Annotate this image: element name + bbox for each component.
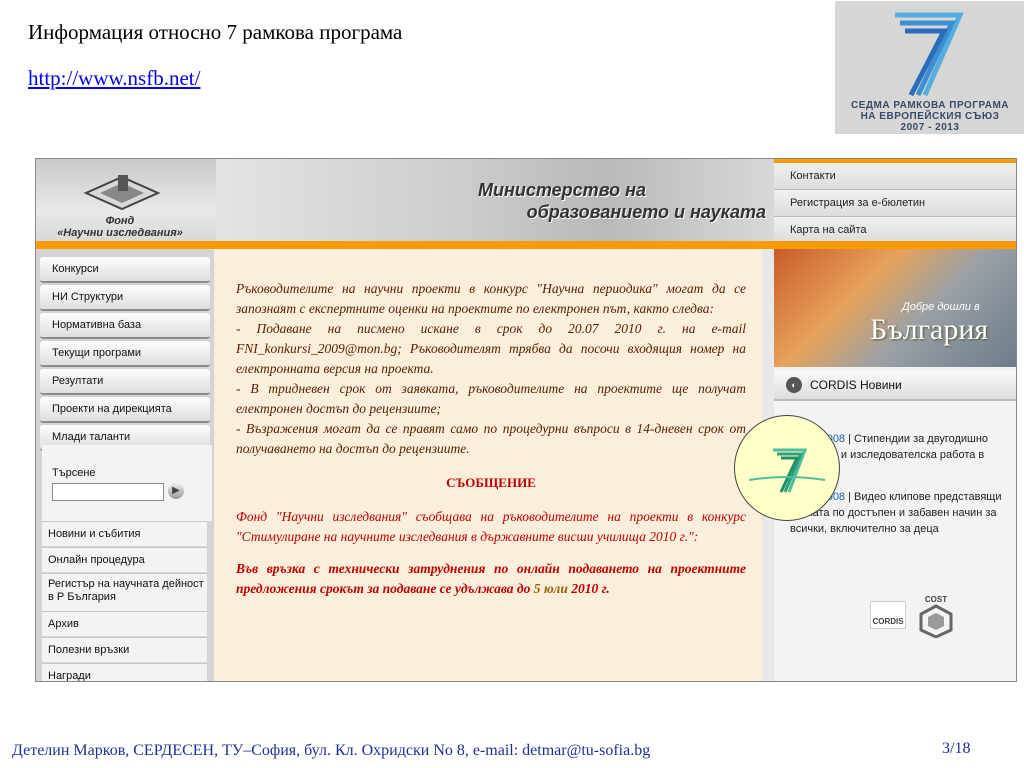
fund-name-line1: Фонд bbox=[105, 215, 135, 227]
fp7-highlight-circle bbox=[734, 415, 840, 521]
header-accent-bar bbox=[36, 241, 774, 249]
sub-link-science-register[interactable]: Регистър на научната дейност в Р Българи… bbox=[42, 573, 207, 612]
sub-link-awards[interactable]: Награди bbox=[42, 663, 207, 681]
slide-footer: Детелин Марков, СЕРДЕСЕН, ТУ–София, бул.… bbox=[12, 742, 651, 759]
ministry-line2: образованието и науката bbox=[526, 202, 766, 222]
fund-name-line2: «Научни изследвания» bbox=[57, 227, 183, 239]
notice-year: 2010 г. bbox=[571, 581, 610, 596]
ministry-line1: Министерство на bbox=[478, 180, 646, 200]
fp7-line3: 2007 - 2013 bbox=[900, 122, 960, 133]
page-number: 3/18 bbox=[942, 740, 971, 757]
cordis-partner-logo[interactable]: CORDIS bbox=[870, 601, 906, 629]
announcement-text: Ръководителите на научни проекти в конку… bbox=[236, 279, 746, 599]
fp7-logo: СЕДМА РАМКОВА ПРОГРАМА НА ЕВРОПЕЙСКИЯ СЪ… bbox=[835, 1, 1024, 134]
fund-name: Фонд «Научни изследвания» bbox=[50, 215, 190, 239]
sub-link-archive[interactable]: Архив bbox=[42, 611, 207, 636]
paragraph-step2: - В тридневен срок от заявката, ръководи… bbox=[236, 381, 746, 416]
paragraph-step1: - Подаване на писмено искане в срок до 2… bbox=[236, 321, 746, 376]
nav-item-contests[interactable]: Конкурси bbox=[40, 257, 210, 283]
nav-item-directorate-projects[interactable]: Проекти на дирекцията bbox=[40, 397, 210, 423]
search-input[interactable] bbox=[52, 483, 164, 501]
left-nav: Конкурси НИ Структури Нормативна база Те… bbox=[36, 249, 214, 681]
sub-link-online-procedure[interactable]: Онлайн процедура bbox=[42, 547, 207, 572]
welcome-bulgaria-banner[interactable]: Добре дошли в България bbox=[774, 249, 1016, 367]
cost-label: COST bbox=[924, 595, 948, 604]
fp7-line2: НА ЕВРОПЕЙСКИЯ СЪЮЗ bbox=[860, 111, 1000, 122]
top-link-newsletter[interactable]: Регистрация за е-бюлетин bbox=[774, 190, 1016, 217]
cost-partner-logo[interactable]: COST bbox=[916, 595, 956, 641]
notice-date: 5 юли bbox=[533, 581, 568, 596]
ministry-title: Министерство на образованието и науката bbox=[396, 179, 766, 223]
nav-item-structures[interactable]: НИ Структури bbox=[40, 285, 210, 311]
website-screenshot: volts Фонд «Научни изследвания» Министер… bbox=[35, 158, 1017, 682]
sub-link-news[interactable]: Новини и събития bbox=[42, 521, 207, 546]
paragraph-step3: - Възражения могат да се правят само по … bbox=[236, 421, 746, 456]
notice-text: Във връзка с технически затруднения по о… bbox=[236, 561, 746, 596]
cordis-title: CORDIS Новини bbox=[810, 378, 902, 392]
search-panel: Търсене ▶ bbox=[42, 445, 212, 521]
sub-link-useful-links[interactable]: Полезни връзки bbox=[42, 637, 207, 662]
fp7-seven-icon bbox=[895, 12, 964, 97]
cordis-news-header: ◐ CORDIS Новини bbox=[774, 371, 1016, 401]
search-label: Търсене bbox=[52, 467, 96, 479]
search-go-icon[interactable]: ▶ bbox=[168, 483, 184, 499]
slide-title: Информация относно 7 рамкова програма bbox=[28, 20, 403, 44]
site-header: volts Фонд «Научни изследвания» Министер… bbox=[36, 159, 900, 245]
top-link-sitemap[interactable]: Карта на сайта bbox=[774, 217, 1016, 244]
top-links-accent-bar bbox=[774, 241, 1016, 249]
top-link-contacts[interactable]: Контакти bbox=[774, 163, 1016, 190]
top-links: Контакти Регистрация за е-бюлетин Карта … bbox=[774, 159, 1016, 249]
nav-item-regulations[interactable]: Нормативна база bbox=[40, 313, 210, 339]
nav-item-current-programs[interactable]: Текущи програми bbox=[40, 341, 210, 367]
message-body: Фонд "Научни изследвания" съобщава на ръ… bbox=[236, 509, 746, 544]
banner-welcome: Добре дошли в bbox=[902, 301, 980, 313]
cost-hexagon-icon bbox=[919, 604, 953, 639]
fp7-small-icon bbox=[748, 448, 826, 493]
site-link[interactable]: http://www.nsfb.net/ bbox=[28, 66, 200, 91]
message-heading: СЪОБЩЕНИЕ bbox=[446, 475, 536, 490]
deadline-notice: Във връзка с технически затруднения по о… bbox=[236, 559, 746, 599]
banner-country: България bbox=[870, 313, 989, 346]
fp7-line1: СЕДМА РАМКОВА ПРОГРАМА bbox=[850, 100, 1010, 111]
cordis-icon: ◐ bbox=[786, 377, 802, 393]
main-content: Ръководителите на научни проекти в конку… bbox=[214, 249, 762, 681]
paragraph-intro: Ръководителите на научни проекти в конку… bbox=[236, 281, 746, 316]
fund-logo-icon[interactable] bbox=[82, 173, 162, 213]
nav-item-results[interactable]: Резултати bbox=[40, 369, 210, 395]
